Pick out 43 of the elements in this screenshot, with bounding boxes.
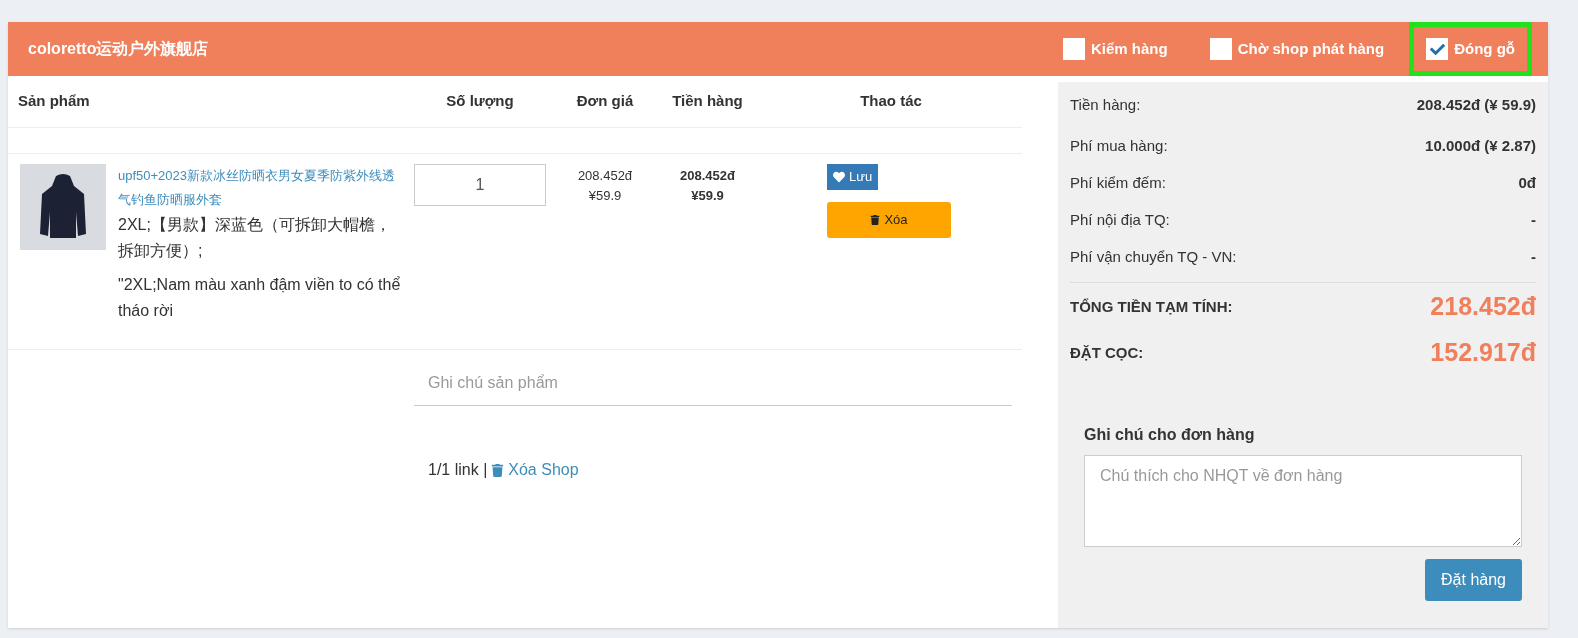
unit-price: 208.452đ (577, 167, 633, 185)
product-variant-translation: "2XL;Nam màu xanh đậm viền to có thể tháo rời (118, 275, 402, 321)
summary-value: 10.000đ (¥ 2.87) (1425, 136, 1536, 157)
summary-value: - (1531, 247, 1536, 268)
line-total: 208.452đ (680, 167, 735, 185)
trash-icon (870, 215, 881, 225)
shop-name: coloretto运动户外旗舰店 (28, 39, 209, 59)
line-total-cny: ¥59.9 (691, 187, 724, 205)
total-label: TỔNG TIỀN TẠM TÍNH: (1070, 296, 1233, 317)
check-icon (1429, 41, 1445, 57)
total-value: 152.917đ (1430, 337, 1536, 369)
summary-label: Phí mua hàng: (1070, 136, 1168, 157)
column-header: Số lượng (445, 91, 515, 112)
summary-label: Phí vận chuyển TQ - VN: (1070, 247, 1237, 268)
column-header: Tiền hàng (671, 91, 744, 112)
column-header: Sản phẩm (17, 91, 91, 112)
link-count: 1/1 link | (428, 460, 488, 480)
delete-button[interactable]: Xóa (827, 202, 951, 238)
product-variant: 2XL;【男款】深蓝色（可拆卸大帽檐，拆卸方便）; (118, 215, 392, 261)
order-note-label: Ghi chú cho đơn hàng (1084, 425, 1256, 445)
column-header: Đơn giá (575, 91, 635, 112)
summary-value: 208.452đ (¥ 59.9) (1416, 94, 1536, 115)
option-checkbox[interactable]: Kiểm hàng (1046, 22, 1185, 76)
unit-price-cny: ¥59.9 (588, 187, 622, 205)
column-header: Thao tác (859, 91, 923, 112)
summary-value: - (1531, 210, 1536, 231)
option-checkbox[interactable]: Đóng gỗ (1409, 22, 1532, 76)
summary-label: Phí kiểm đếm: (1070, 173, 1166, 194)
summary-label: Phí nội địa TQ: (1070, 210, 1170, 231)
total-value: 218.452đ (1430, 291, 1536, 323)
quantity-input[interactable]: 1 (414, 164, 546, 206)
order-note-field[interactable]: Chú thích cho NHQT về đơn hàng (1084, 455, 1522, 547)
place-order-button[interactable]: Đặt hàng (1425, 559, 1522, 601)
delete-shop-link[interactable]: Xóa Shop (491, 458, 579, 482)
product-note-field[interactable]: Ghi chú sản phẩm (414, 360, 1012, 406)
option-checkbox[interactable]: Chờ shop phát hàng (1192, 22, 1402, 76)
trash-icon (491, 463, 505, 477)
total-label: ĐẶT CỌC: (1070, 342, 1144, 363)
save-button[interactable]: Lưu (827, 164, 879, 190)
summary-value: 0đ (1518, 173, 1536, 194)
summary-label: Tiền hàng: (1070, 94, 1141, 115)
heart-icon (833, 171, 845, 183)
product-title-link[interactable]: upf50+2023新款冰丝防晒衣男女夏季防紫外线透气钓鱼防晒服外套 (118, 164, 403, 212)
